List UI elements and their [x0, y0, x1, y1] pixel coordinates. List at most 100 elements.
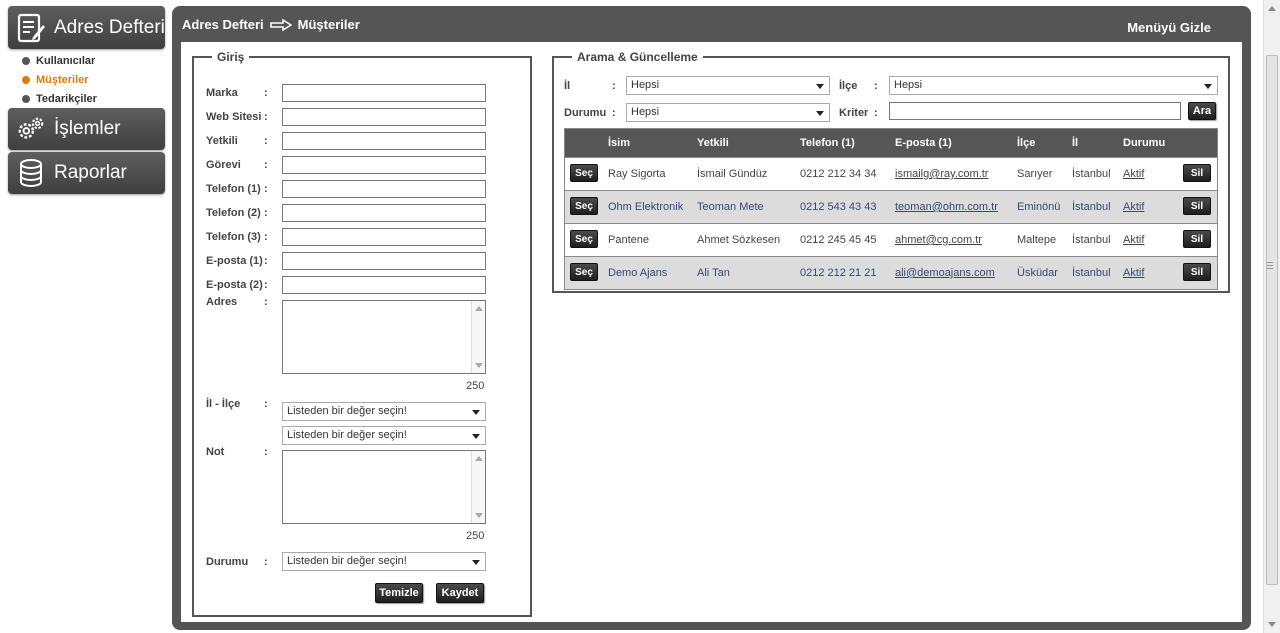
col-durumu[interactable]: Durumu	[1123, 137, 1165, 149]
cell-eposta[interactable]: ismailg@ray.com.tr	[895, 168, 988, 180]
scroll-down-icon[interactable]	[475, 513, 483, 518]
tel3-row: Telefon (3):	[206, 228, 486, 246]
cell-il: İstanbul	[1072, 234, 1111, 246]
sec-button[interactable]: Seç	[570, 164, 598, 182]
il-ilce-row: İl - İlçe:	[206, 398, 282, 410]
colon: :	[264, 111, 268, 123]
il-select-value: Listeden bir değer seçin!	[287, 405, 407, 417]
textarea-scrollbar[interactable]	[471, 451, 485, 523]
ara-button[interactable]: Ara	[1188, 102, 1216, 120]
colon: :	[264, 255, 268, 267]
web-input[interactable]	[282, 108, 486, 126]
scroll-down-icon[interactable]	[475, 363, 483, 368]
content-area: Giriş Marka: Web Sitesi: Yetkili: Görevi…	[181, 42, 1242, 622]
cell-tel: 0212 543 43 43	[800, 201, 877, 213]
yetkili-row: Yetkili:	[206, 132, 486, 150]
adres-row: Adres:	[206, 296, 282, 308]
adres-char-counter: 250	[466, 380, 485, 392]
scroll-up-icon[interactable]	[1268, 6, 1276, 11]
cell-durum[interactable]: Aktif	[1123, 168, 1144, 180]
cell-il: İstanbul	[1072, 168, 1111, 180]
chevron-down-icon	[1204, 84, 1212, 89]
eposta2-label: E-posta (2)	[206, 279, 263, 291]
breadcrumb-root[interactable]: Adres Defteri	[182, 17, 264, 32]
il-filter-label: İl	[564, 80, 571, 92]
kriter-label: Kriter	[839, 107, 869, 119]
il-select[interactable]: Listeden bir değer seçin!	[282, 402, 486, 421]
durumu-select-value: Listeden bir değer seçin!	[287, 555, 407, 567]
sidebar-item-kullanicilar[interactable]: Kullanıcılar	[22, 51, 97, 70]
tel1-input[interactable]	[282, 180, 486, 198]
cell-yetkili: Teoman Mete	[697, 201, 764, 213]
col-eposta[interactable]: E-posta (1)	[895, 137, 952, 149]
ilce-filter-select[interactable]: Hepsi	[889, 76, 1218, 95]
sidebar-islemler[interactable]: İşlemler	[8, 108, 165, 150]
cell-ilce: Üsküdar	[1017, 267, 1058, 279]
marka-input[interactable]	[282, 84, 486, 102]
sec-button[interactable]: Seç	[570, 263, 598, 281]
sil-button[interactable]: Sil	[1183, 197, 1211, 215]
adres-textarea[interactable]	[282, 300, 486, 374]
cell-eposta[interactable]: ali@demoajans.com	[895, 267, 995, 279]
ilce-select[interactable]: Listeden bir değer seçin!	[282, 426, 486, 445]
gorevi-label: Görevi	[206, 159, 241, 171]
sidebar-raporlar[interactable]: Raporlar	[8, 152, 165, 194]
eposta1-label: E-posta (1)	[206, 255, 263, 267]
gorevi-input[interactable]	[282, 156, 486, 174]
sidebar-item-label: Tedarikçiler	[36, 92, 97, 105]
durumu-filter-select[interactable]: Hepsi	[626, 103, 830, 122]
not-row: Not:	[206, 446, 282, 458]
sec-button[interactable]: Seç	[570, 230, 598, 248]
temizle-button[interactable]: Temizle	[375, 583, 423, 603]
scroll-down-icon[interactable]	[1268, 622, 1276, 627]
durumu-select[interactable]: Listeden bir değer seçin!	[282, 552, 486, 571]
ilce-select-value: Listeden bir değer seçin!	[287, 429, 407, 441]
yetkili-input[interactable]	[282, 132, 486, 150]
scroll-up-icon[interactable]	[475, 306, 483, 311]
cell-durum[interactable]: Aktif	[1123, 201, 1144, 213]
scrollbar-thumb[interactable]	[1266, 55, 1278, 585]
sidebar-item-musteriler[interactable]: Müşteriler	[22, 70, 97, 89]
colon: :	[264, 231, 268, 243]
sil-button[interactable]: Sil	[1183, 263, 1211, 281]
colon: :	[612, 107, 616, 119]
arama-fieldset: Arama & Güncelleme İl : Hepsi İlçe : Hep…	[552, 50, 1230, 293]
page-scrollbar[interactable]	[1263, 0, 1280, 633]
kaydet-button[interactable]: Kaydet	[436, 583, 484, 603]
col-yetkili[interactable]: Yetkili	[697, 137, 729, 149]
colon: :	[874, 80, 878, 92]
sil-button[interactable]: Sil	[1183, 230, 1211, 248]
sidebar-item-tedarikciler[interactable]: Tedarikçiler	[22, 89, 97, 108]
eposta2-row: E-posta (2):	[206, 276, 486, 294]
col-telefon[interactable]: Telefon (1)	[800, 137, 855, 149]
textarea-scrollbar[interactable]	[471, 301, 485, 373]
scroll-up-icon[interactable]	[475, 456, 483, 461]
cell-il: İstanbul	[1072, 201, 1111, 213]
sec-button[interactable]: Seç	[570, 197, 598, 215]
col-isim[interactable]: İsim	[608, 137, 630, 149]
cell-durum[interactable]: Aktif	[1123, 234, 1144, 246]
colon: :	[264, 135, 268, 147]
eposta2-input[interactable]	[282, 276, 486, 294]
sil-button[interactable]: Sil	[1183, 164, 1211, 182]
cell-eposta[interactable]: ahmet@cg.com.tr	[895, 234, 982, 246]
col-il[interactable]: İl	[1072, 137, 1078, 149]
tel2-label: Telefon (2)	[206, 207, 261, 219]
not-textarea[interactable]	[282, 450, 486, 524]
chevron-down-icon	[472, 434, 480, 439]
durumu-label: Durumu	[206, 555, 249, 568]
hide-menu-link[interactable]: Menüyü Gizle	[1127, 20, 1211, 35]
arrow-right-icon	[269, 18, 292, 31]
yetkili-label: Yetkili	[206, 135, 238, 147]
kriter-input[interactable]	[889, 102, 1181, 120]
cell-durum[interactable]: Aktif	[1123, 267, 1144, 279]
eposta1-input[interactable]	[282, 252, 486, 270]
tel3-input[interactable]	[282, 228, 486, 246]
cell-eposta[interactable]: teoman@ohm.com.tr	[895, 201, 998, 213]
table-header: İsim Yetkili Telefon (1) E-posta (1) İlç…	[565, 129, 1217, 157]
il-filter-select[interactable]: Hepsi	[626, 76, 830, 95]
sidebar-item-label: Müşteriler	[36, 73, 89, 86]
col-ilce[interactable]: İlçe	[1017, 137, 1035, 149]
sidebar-adres-defteri[interactable]: Adres Defteri	[8, 6, 165, 49]
tel2-input[interactable]	[282, 204, 486, 222]
